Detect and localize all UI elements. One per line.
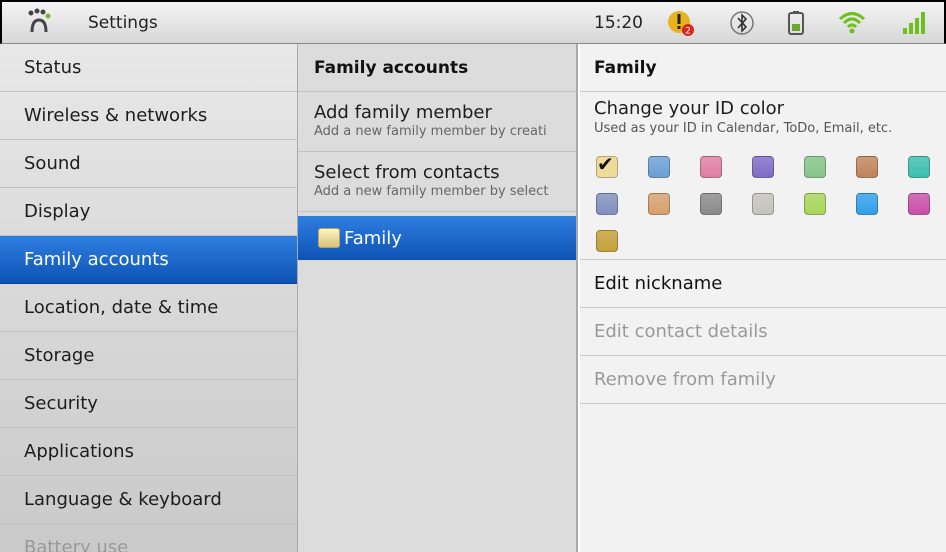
- nav-item-display[interactable]: Display: [0, 188, 297, 236]
- app-title: Settings: [88, 13, 158, 33]
- nav-item-label: Wireless & networks: [24, 105, 208, 126]
- color-swatch[interactable]: [856, 193, 878, 215]
- panel-title: Family accounts: [298, 44, 576, 92]
- color-swatch[interactable]: [804, 156, 826, 178]
- nav-item-location-date-time[interactable]: Location, date & time: [0, 284, 297, 332]
- family-detail-panel: Family Change your ID color Used as your…: [580, 44, 946, 552]
- remove-from-family-item[interactable]: Remove from family: [580, 356, 946, 404]
- folder-icon: [318, 228, 340, 248]
- nav-item-label: Storage: [24, 345, 95, 366]
- color-swatch[interactable]: ✔: [596, 152, 618, 178]
- nav-item-sound[interactable]: Sound: [0, 140, 297, 188]
- signal-icon: [903, 12, 925, 34]
- checkmark-icon: ✔: [597, 152, 614, 176]
- color-swatch[interactable]: [648, 193, 670, 215]
- nav-item-label: Language & keyboard: [24, 489, 222, 510]
- nav-item-label: Security: [24, 393, 98, 414]
- color-swatch[interactable]: [648, 156, 670, 178]
- color-swatch[interactable]: [752, 156, 774, 178]
- notification-count: 2: [685, 27, 691, 37]
- color-swatch[interactable]: [804, 193, 826, 215]
- color-swatch[interactable]: [908, 193, 930, 215]
- color-swatch[interactable]: [856, 156, 878, 178]
- nav-item-label: Location, date & time: [24, 297, 219, 318]
- edit-contact-details-item[interactable]: Edit contact details: [580, 308, 946, 356]
- id-color-subtitle: Used as your ID in Calendar, ToDo, Email…: [594, 121, 893, 136]
- color-swatch[interactable]: [700, 193, 722, 215]
- select-from-contacts-item[interactable]: Select from contacts Add a new family me…: [298, 152, 576, 212]
- family-group-label: Family: [344, 227, 402, 249]
- nav-item-storage[interactable]: Storage: [0, 332, 297, 380]
- nav-item-label: Sound: [24, 153, 81, 174]
- wifi-icon: [838, 12, 866, 34]
- bluetooth-icon: [730, 11, 754, 35]
- nav-item-family-accounts[interactable]: Family accounts: [0, 236, 297, 284]
- color-swatch[interactable]: [596, 230, 618, 252]
- id-color-section: Change your ID color Used as your ID in …: [580, 92, 946, 260]
- nav-item-label: Display: [24, 201, 91, 222]
- app-icon: [28, 8, 51, 33]
- nav-item-language-keyboard[interactable]: Language & keyboard: [0, 476, 297, 524]
- add-family-member-title: Add family member: [314, 102, 492, 123]
- detail-title: Family: [580, 44, 946, 92]
- status-bar: Settings 15:20 2: [0, 0, 946, 44]
- nav-item-wireless-networks[interactable]: Wireless & networks: [0, 92, 297, 140]
- nav-item-label: Family accounts: [24, 249, 169, 270]
- color-swatch[interactable]: [908, 156, 930, 178]
- color-swatch[interactable]: [700, 156, 722, 178]
- warning-notification-icon[interactable]: 2: [666, 8, 696, 38]
- nav-item-security[interactable]: Security: [0, 380, 297, 428]
- family-accounts-panel: Family accounts Add family member Add a …: [298, 44, 578, 552]
- family-group-item[interactable]: Family: [298, 216, 576, 260]
- select-from-contacts-subtitle: Add a new family member by select: [314, 184, 549, 199]
- nav-item-label: Applications: [24, 441, 134, 462]
- select-from-contacts-title: Select from contacts: [314, 162, 500, 183]
- add-family-member-item[interactable]: Add family member Add a new family membe…: [298, 92, 576, 152]
- add-family-member-subtitle: Add a new family member by creati: [314, 124, 547, 139]
- clock: 15:20: [594, 13, 643, 33]
- battery-icon: [788, 11, 804, 35]
- nav-item-label: Battery use: [24, 537, 129, 552]
- nav-item-label: Status: [24, 57, 82, 78]
- edit-nickname-item[interactable]: Edit nickname: [580, 260, 946, 308]
- id-color-title: Change your ID color: [594, 98, 785, 119]
- nav-item-status[interactable]: Status: [0, 44, 297, 92]
- settings-sidebar: Status Wireless & networks Sound Display…: [0, 44, 298, 552]
- color-swatch[interactable]: [752, 193, 774, 215]
- color-swatch[interactable]: [596, 193, 618, 215]
- nav-item-applications[interactable]: Applications: [0, 428, 297, 476]
- nav-item-battery-use[interactable]: Battery use: [0, 524, 297, 552]
